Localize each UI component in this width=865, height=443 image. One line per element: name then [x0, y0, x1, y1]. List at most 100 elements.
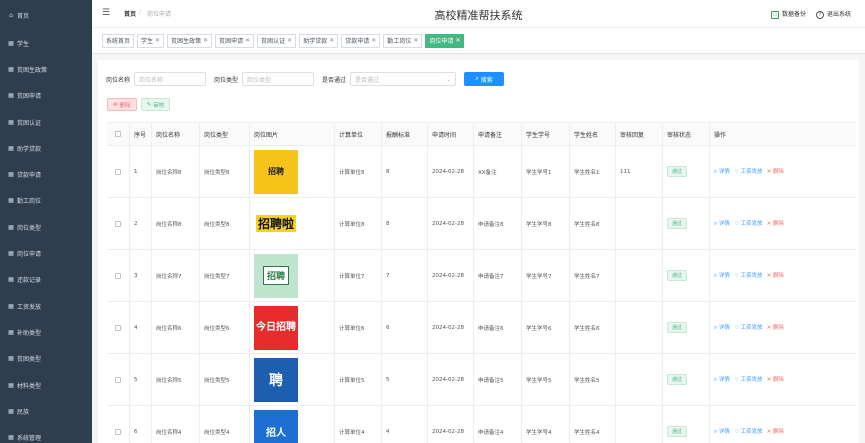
detail-button[interactable]: ⌕ 详情: [714, 427, 730, 436]
sidebar-item-repayment[interactable]: ▦ 还款记录: [0, 267, 92, 293]
delete-button[interactable]: ✕ 删除: [767, 271, 784, 280]
column-header: 岗位名称: [152, 123, 200, 145]
sidebar-item-poverty-cert[interactable]: ▦ 贫困认证: [0, 109, 92, 135]
backup-button[interactable]: ▭ 数据备份: [770, 9, 806, 19]
sidebar-item-loan[interactable]: ▦ 助学贷款: [0, 135, 92, 161]
post-image[interactable]: 招聘啦: [254, 201, 298, 246]
audit-button[interactable]: ✎ 审核: [140, 98, 171, 111]
salary-button[interactable]: ♡ 工资发放: [734, 271, 763, 280]
sidebar-item-label: 贫困申请: [17, 93, 42, 101]
checkbox[interactable]: [115, 428, 121, 435]
main-content: 岗位名称 岗位名称 岗位类型 岗位类型 是否通过 是否通过 ⌄ ⌕ 搜索 ⊗ 删除 ✎…: [92, 54, 865, 443]
pass-select[interactable]: 是否通过 ⌄: [350, 72, 457, 86]
salary-button[interactable]: ♡ 工资发放: [734, 167, 763, 176]
delete-label: 删除: [772, 273, 784, 279]
sidebar-item-salary[interactable]: ▦ 工资发放: [0, 293, 92, 319]
tag-student[interactable]: 学生 ✕: [137, 33, 165, 48]
post-image[interactable]: 今日招聘: [254, 305, 298, 350]
checkbox[interactable]: [115, 131, 121, 137]
tag-loan[interactable]: 助学贷款 ✕: [299, 33, 339, 48]
post-image[interactable]: 招人: [254, 409, 298, 443]
post-image-text: 招聘: [262, 266, 289, 285]
sidebar: ⌂ 首页 ▦ 学生 ▦ 贫困生政策 ▦ 贫困申请 ▦ 贫困认证 ▦ 助学贷款 ▦ 贷款申请 ▦…: [0, 0, 92, 443]
salary-button[interactable]: ♡ 工资发放: [734, 427, 763, 436]
sidebar-item-policy[interactable]: ▦ 贫困生政策: [0, 56, 92, 82]
detail-button[interactable]: ⌕ 详情: [714, 219, 730, 228]
close-icon[interactable]: ✕: [203, 37, 208, 44]
tag-policy[interactable]: 贫困生政策 ✕: [167, 33, 213, 48]
post-image[interactable]: 招聘: [254, 149, 298, 194]
sidebar-item-system[interactable]: ▦ 系统管理: [0, 424, 92, 443]
delete-button[interactable]: ✕ 删除: [767, 219, 784, 228]
post-type-input[interactable]: 岗位类型: [242, 72, 315, 86]
sidebar-item-material-type[interactable]: ▦ 材料类型: [0, 372, 92, 398]
tag-loan-apply[interactable]: 贷款申请 ✕: [341, 33, 381, 48]
post-name-input[interactable]: 岗位名称: [134, 72, 207, 86]
salary-button[interactable]: ♡ 工资发放: [734, 323, 763, 332]
sidebar-item-poverty-apply[interactable]: ▦ 贫困申请: [0, 83, 92, 109]
sidebar-item-post-type[interactable]: ▦ 岗位类型: [0, 214, 92, 240]
column-header: 审核回复: [616, 123, 663, 145]
tag-poverty-cert[interactable]: 贫困认证 ✕: [257, 33, 297, 48]
sidebar-item-ethnicity[interactable]: ▦ 民族: [0, 398, 92, 424]
close-icon[interactable]: ✕: [155, 37, 160, 44]
checkbox[interactable]: [115, 168, 121, 175]
tag-label: 岗位申请: [429, 38, 454, 45]
sidebar-item-student[interactable]: ▦ 学生: [0, 30, 92, 56]
close-icon[interactable]: ✕: [245, 37, 250, 44]
header-checkbox[interactable]: [107, 123, 130, 145]
column-header: 审核状态: [663, 123, 710, 145]
sidebar-item-label: 学生: [17, 40, 30, 48]
checkbox[interactable]: [115, 324, 121, 331]
checkbox[interactable]: [115, 220, 121, 227]
close-icon[interactable]: ✕: [287, 37, 292, 44]
delete-label: 删除: [772, 325, 784, 331]
detail-button[interactable]: ⌕ 详情: [714, 271, 730, 280]
delete-button[interactable]: ✕ 删除: [767, 323, 784, 332]
sidebar-item-post-apply[interactable]: ▦ 岗位申请: [0, 240, 92, 266]
audit-label: 审核: [153, 102, 165, 109]
close-icon[interactable]: ✕: [329, 37, 334, 44]
checkbox[interactable]: [115, 376, 121, 383]
tag-work-post[interactable]: 勤工岗位 ✕: [383, 33, 423, 48]
cell-unit: 计算单位8: [335, 146, 382, 197]
row-checkbox-cell: [107, 250, 130, 301]
detail-button[interactable]: ⌕ 详情: [714, 167, 730, 176]
heart-icon: ♡: [733, 169, 739, 175]
cell-image: 招聘: [250, 250, 335, 301]
tag-home[interactable]: 系统首页: [102, 33, 135, 48]
checkbox[interactable]: [115, 272, 121, 279]
status-badge: 通过: [667, 374, 688, 385]
salary-button[interactable]: ♡ 工资发放: [734, 219, 763, 228]
column-header: 学生学号: [522, 123, 570, 145]
detail-button[interactable]: ⌕ 详情: [714, 375, 730, 384]
post-image[interactable]: 招聘: [254, 253, 298, 298]
salary-button[interactable]: ♡ 工资发放: [734, 375, 763, 384]
close-icon[interactable]: ✕: [455, 37, 460, 44]
cell-student-id: 学生学号5: [522, 354, 570, 405]
post-image[interactable]: 聘: [254, 357, 298, 402]
tag-post-apply[interactable]: 岗位申请 ✕: [425, 33, 465, 48]
logout-button[interactable]: ? 退出系统: [815, 9, 851, 19]
delete-button[interactable]: ✕ 删除: [767, 167, 784, 176]
tag-label: 勤工岗位: [387, 38, 412, 45]
sidebar-item-home[interactable]: ⌂ 首页: [0, 0, 92, 30]
grid-icon: ▦: [8, 381, 14, 389]
tag-poverty-apply[interactable]: 贫困申请 ✕: [215, 33, 255, 48]
search-icon: ⌕: [714, 377, 718, 383]
sidebar-item-loan-apply[interactable]: ▦ 贷款申请: [0, 161, 92, 187]
cell-reply: [616, 406, 663, 443]
detail-button[interactable]: ⌕ 详情: [714, 323, 730, 332]
salary-label: 工资发放: [740, 221, 763, 227]
close-icon[interactable]: ✕: [371, 37, 376, 44]
sidebar-item-subsidy-type[interactable]: ▦ 补助类型: [0, 319, 92, 345]
search-button[interactable]: ⌕ 搜索: [464, 72, 505, 86]
sidebar-item-work-post[interactable]: ▦ 勤工岗位: [0, 188, 92, 214]
delete-button[interactable]: ✕ 删除: [767, 427, 784, 436]
sidebar-item-poverty-type[interactable]: ▦ 贫困类型: [0, 346, 92, 372]
table-header-row: 序号 岗位名称 岗位类型 岗位图片 计算单位 报酬标准 申请时间 申请备注 学生…: [107, 123, 856, 146]
delete-button[interactable]: ✕ 删除: [767, 375, 784, 384]
close-icon[interactable]: ✕: [413, 37, 418, 44]
table-row: 5 岗位名称5 岗位类型5 聘 计算单位5 5 2024-02-28 申请备注5…: [107, 354, 856, 406]
batch-delete-button[interactable]: ⊗ 删除: [107, 98, 137, 111]
